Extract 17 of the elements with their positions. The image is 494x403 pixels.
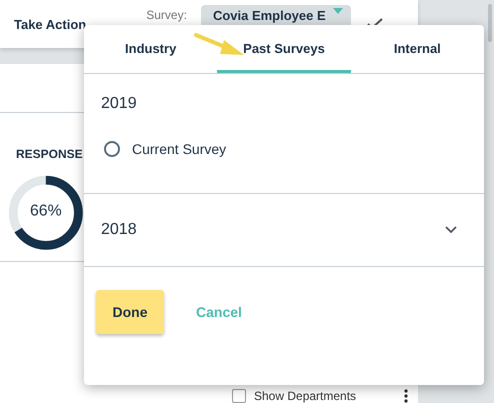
radio-button[interactable]: [104, 141, 120, 157]
more-icon[interactable]: [404, 389, 408, 403]
done-button[interactable]: Done: [96, 290, 164, 334]
checkbox[interactable]: [232, 389, 246, 403]
show-departments-label: Show Departments: [254, 390, 356, 403]
caret-icon: [332, 8, 343, 14]
pointer-arrow: [194, 32, 246, 58]
year-heading[interactable]: 2019: [101, 95, 137, 113]
response-title: RESPONSE: [16, 147, 83, 161]
chevron-down-icon[interactable]: [445, 226, 457, 234]
option-label[interactable]: Current Survey: [132, 141, 226, 157]
survey-label: Survey:: [146, 8, 187, 22]
page-title: Take Action: [14, 16, 86, 32]
scrollbar[interactable]: [488, 4, 492, 42]
tab[interactable]: Internal: [350, 25, 484, 73]
response-percent: 66%: [28, 201, 63, 220]
year-heading[interactable]: 2018: [101, 221, 137, 239]
